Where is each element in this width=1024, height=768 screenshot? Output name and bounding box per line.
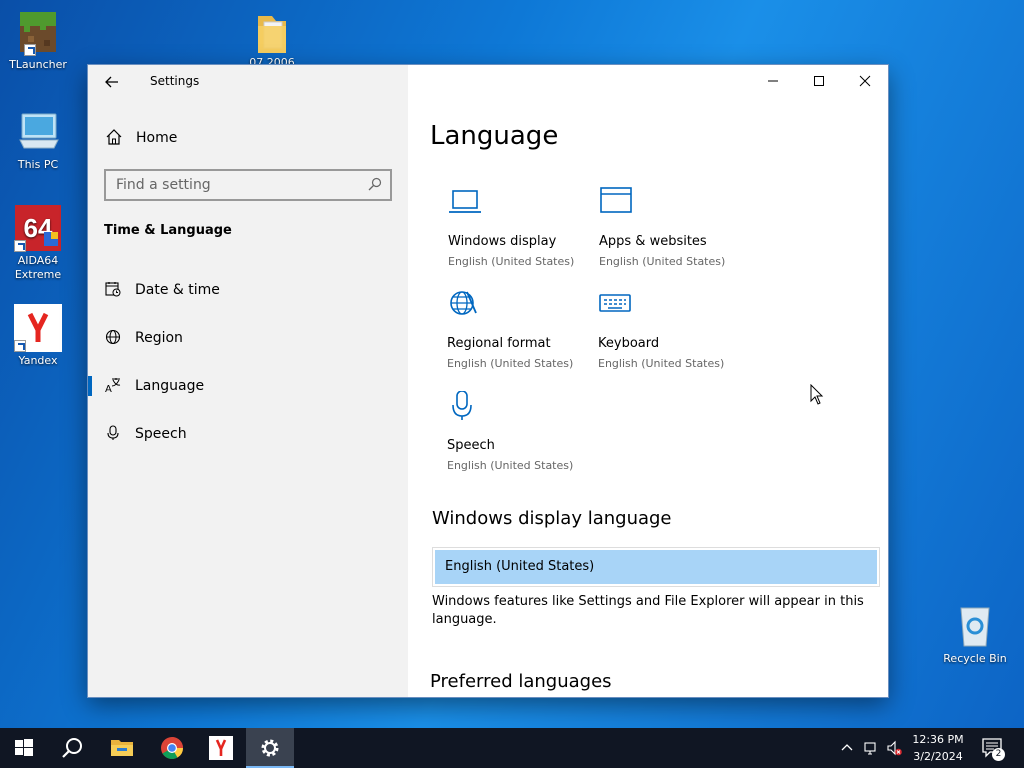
settings-sidebar: Settings Home Time & Language [88, 65, 408, 697]
laptop-icon [449, 190, 481, 213]
tile-apps-websites[interactable]: Apps & websites English (United States) [581, 187, 731, 283]
keyboard-icon [599, 294, 631, 312]
desktop-icon-recycle-bin[interactable]: Recycle Bin [937, 602, 1013, 666]
file-explorer-icon [111, 740, 133, 756]
desktop-icon-label: Yandex [18, 354, 58, 367]
microphone-icon [107, 425, 119, 440]
yandex-icon [209, 736, 233, 760]
tile-subtitle: English (United States) [599, 255, 726, 268]
desktop-icon-yandex[interactable]: Yandex [0, 304, 76, 368]
search-icon [62, 738, 82, 758]
desktop-icon-tlauncher[interactable]: TLauncher [0, 8, 76, 72]
sidebar-item-label: Date & time [135, 282, 220, 298]
volume-muted-icon[interactable] [886, 740, 902, 756]
desktop-icon-aida64[interactable]: 64 AIDA64 Extreme [0, 204, 76, 282]
search-box[interactable] [104, 169, 392, 201]
tile-speech[interactable]: Speech English (United States) [429, 391, 579, 487]
back-button[interactable] [100, 71, 124, 93]
desktop-icon-label: AIDA64 Extreme [14, 254, 62, 281]
tile-subtitle: English (United States) [448, 255, 575, 268]
settings-main: Language Windows display English (United… [408, 65, 888, 697]
regional-globe-icon [450, 291, 477, 315]
clock-date: 3/2/2024 [913, 750, 963, 763]
recycle-bin-icon [951, 602, 999, 650]
preferred-languages-heading: Preferred languages [430, 671, 612, 692]
tile-subtitle: English (United States) [447, 459, 574, 472]
browser-window-icon [600, 187, 632, 213]
home-icon [106, 129, 122, 145]
start-button[interactable] [0, 728, 48, 768]
desktop-icon-label: TLauncher [9, 58, 67, 71]
home-label: Home [136, 130, 178, 146]
network-icon[interactable] [863, 740, 879, 756]
taskbar-settings[interactable] [246, 728, 294, 768]
display-language-heading: Windows display language [432, 508, 672, 529]
desktop-icon-label: Recycle Bin [943, 652, 1007, 665]
tile-name: Keyboard [598, 336, 660, 351]
calendar-clock-icon [105, 282, 121, 297]
tile-name: Windows display [448, 234, 557, 249]
microphone-icon [452, 391, 472, 420]
yandex-icon [14, 304, 62, 352]
sidebar-item-label: Speech [135, 426, 187, 442]
taskbar-search-button[interactable] [48, 728, 96, 768]
settings-window: Settings Home Time & Language [88, 65, 888, 697]
action-center-button[interactable]: 2 [980, 736, 1006, 761]
sidebar-item-date-time[interactable]: Date & time [88, 270, 408, 310]
sidebar-item-region[interactable]: Region [88, 318, 408, 358]
search-input[interactable] [106, 171, 356, 199]
taskbar-file-explorer[interactable] [98, 728, 146, 768]
sidebar-item-language[interactable]: A Language [88, 366, 408, 406]
tlauncher-icon [14, 8, 62, 56]
sidebar-item-label: Region [135, 330, 183, 346]
display-language-description: Windows features like Settings and File … [432, 594, 864, 627]
computer-icon [14, 108, 62, 156]
folder-icon [248, 8, 296, 56]
chrome-icon [161, 737, 183, 759]
desktop-icon-this-pc[interactable]: This PC [0, 108, 76, 172]
sidebar-item-speech[interactable]: Speech [88, 414, 408, 454]
desktop-icon-label: This PC [17, 158, 59, 171]
display-language-value: English (United States) [445, 559, 595, 574]
page-title: Language [430, 121, 559, 151]
chevron-up-icon[interactable] [839, 740, 855, 756]
settings-icon [261, 739, 279, 757]
tile-subtitle: English (United States) [447, 357, 574, 370]
title-bar: Settings [88, 65, 408, 98]
start-icon [15, 739, 33, 756]
taskbar-yandex[interactable] [197, 728, 245, 768]
window-title: Settings [150, 74, 200, 88]
system-clock[interactable]: 12:36 PM 3/2/2024 [905, 731, 971, 765]
clock-time: 12:36 PM [912, 733, 964, 746]
section-title: Time & Language [104, 223, 232, 238]
desktop-icon-folder[interactable]: 07.2006 [234, 8, 310, 72]
display-language-list[interactable]: English (United States) [432, 547, 880, 587]
mouse-cursor-icon [810, 384, 824, 405]
tile-windows-display[interactable]: Windows display English (United States) [430, 187, 580, 283]
back-arrow-icon [105, 76, 118, 88]
globe-icon [105, 329, 121, 345]
aida64-icon: 64 [14, 204, 62, 252]
notification-badge: 2 [992, 748, 1005, 761]
sidebar-item-label: Language [135, 378, 205, 394]
tile-keyboard[interactable]: Keyboard English (United States) [580, 289, 730, 385]
tile-name: Regional format [447, 336, 551, 351]
tile-name: Apps & websites [599, 234, 707, 249]
language-icon: A [105, 378, 121, 393]
tile-regional-format[interactable]: Regional format English (United States) [429, 289, 579, 385]
svg-text:A: A [105, 384, 112, 393]
taskbar: 12:36 PM 3/2/2024 2 [0, 728, 1024, 768]
tile-name: Speech [447, 438, 495, 453]
display-language-selected[interactable]: English (United States) [435, 550, 877, 584]
taskbar-chrome[interactable] [148, 728, 196, 768]
tile-subtitle: English (United States) [598, 357, 725, 370]
nav-home[interactable]: Home [88, 123, 408, 153]
search-icon[interactable] [368, 177, 382, 191]
